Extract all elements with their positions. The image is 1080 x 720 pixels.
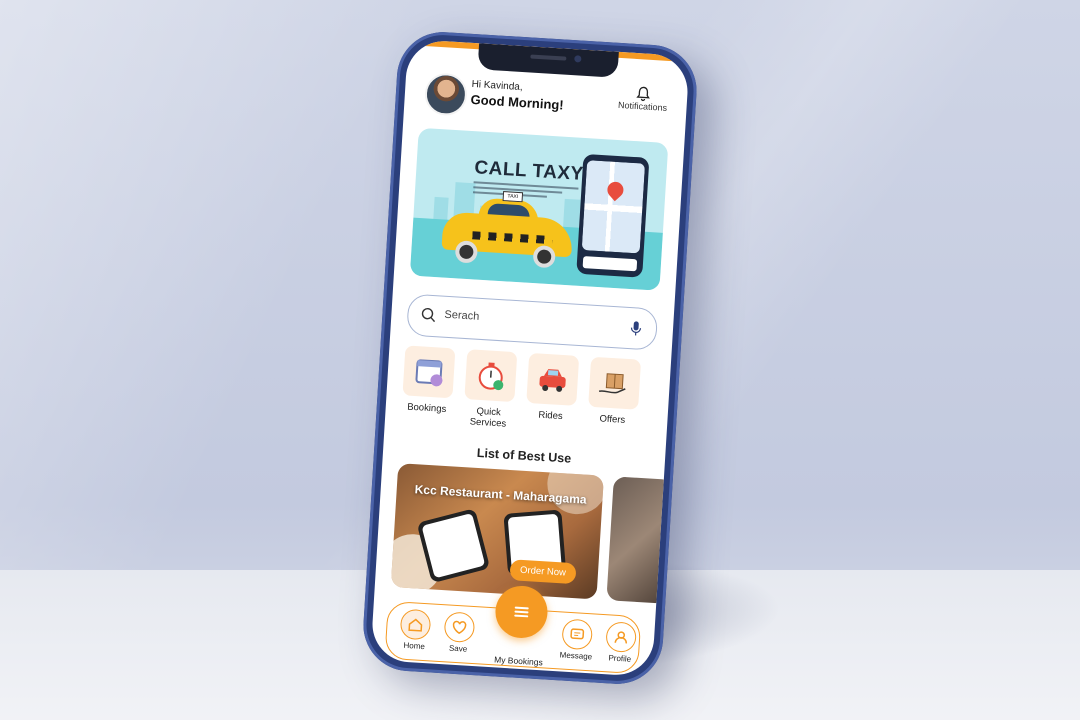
next-card-preview[interactable] xyxy=(606,476,674,604)
promo-banner[interactable]: CALL TAXY TAXI xyxy=(409,127,669,291)
tab-home[interactable]: Home xyxy=(394,608,436,651)
greeting-message: Good Morning! xyxy=(470,91,565,113)
car-icon xyxy=(526,352,580,406)
calendar-icon xyxy=(402,345,456,399)
category-bookings[interactable]: Bookings xyxy=(395,345,461,416)
app-header: Hi Kavinda, Good Morning! Notifications xyxy=(423,72,674,131)
category-quick-services[interactable]: Quick Services xyxy=(457,349,524,431)
bell-icon xyxy=(636,86,650,102)
stopwatch-icon xyxy=(464,349,518,403)
featured-restaurant-card[interactable]: Kcc Restaurant - Maharagama Order Now xyxy=(390,463,604,600)
tab-label: Profile xyxy=(608,653,632,664)
user-icon xyxy=(605,621,638,653)
category-label: Bookings xyxy=(406,401,447,415)
category-row: Bookings Quick Services Rides Offers xyxy=(394,345,661,445)
notifications-label: Notifications xyxy=(617,99,668,113)
tab-profile[interactable]: Profile xyxy=(600,621,642,664)
order-now-button[interactable]: Order Now xyxy=(509,559,577,585)
category-label: Offers xyxy=(599,413,626,426)
category-rides[interactable]: Rides xyxy=(519,352,585,424)
tab-label: My Bookings xyxy=(493,654,544,668)
greeting-name: Hi Kavinda, xyxy=(471,78,523,94)
tab-my-bookings[interactable]: My Bookings xyxy=(489,584,553,667)
category-offers[interactable]: Offers xyxy=(581,356,647,427)
search-input[interactable]: Serach xyxy=(406,293,659,351)
search-placeholder: Serach xyxy=(444,308,480,323)
category-label: Rides xyxy=(538,409,563,423)
avatar[interactable] xyxy=(423,72,469,117)
map-pin-icon xyxy=(604,178,627,202)
gift-box-icon xyxy=(588,356,642,410)
map-phone-illustration xyxy=(576,153,650,278)
category-label: Quick Services xyxy=(469,405,507,430)
tab-label: Message xyxy=(559,650,593,662)
tab-label: Home xyxy=(403,640,426,652)
message-icon xyxy=(561,618,594,651)
mic-icon[interactable] xyxy=(630,320,643,337)
heart-icon xyxy=(443,611,476,644)
home-icon xyxy=(399,608,432,641)
tab-save[interactable]: Save xyxy=(438,611,480,654)
tab-message[interactable]: Message xyxy=(556,618,598,661)
phone-screen: Hi Kavinda, Good Morning! Notifications … xyxy=(370,38,690,678)
notifications-button[interactable]: Notifications xyxy=(612,84,673,114)
phone-notch xyxy=(477,43,619,78)
taxi-sign: TAXI xyxy=(502,191,524,203)
tab-label: Save xyxy=(448,643,468,654)
bottom-tab-bar: Home Save My Bookings Message Profile xyxy=(384,584,642,675)
search-icon xyxy=(421,307,436,323)
phone-device: Hi Kavinda, Good Morning! Notifications … xyxy=(360,29,700,687)
